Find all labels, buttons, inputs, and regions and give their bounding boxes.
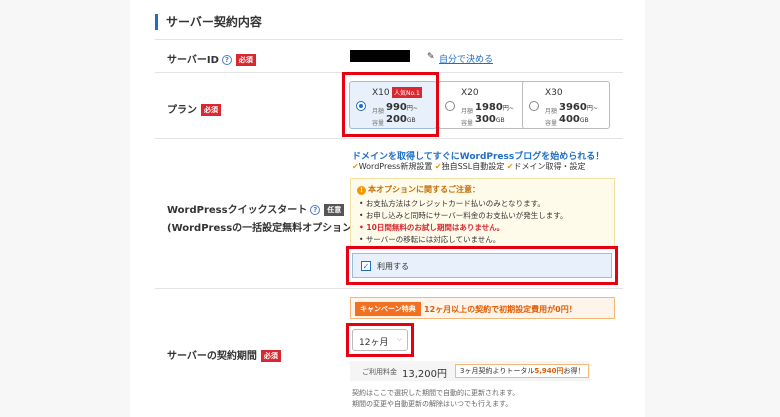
notice-item: • お申し込みと同時にサーバー料金のお支払いが発生します。 (359, 211, 568, 220)
savings-note: 3ヶ月契約よりトータル5,940円お得！ (455, 364, 590, 378)
required-badge: 必須 (201, 104, 221, 116)
notice-title: ! 本オプションに関するご注意： (357, 184, 480, 195)
plan-label-group: プラン 必須 (167, 101, 221, 116)
plan-option-x30[interactable]: X30 月額 3960円~ 容量 400GB (522, 81, 610, 129)
section-title: サーバー契約内容 (155, 14, 262, 30)
fee-row: ご利用料金 13,200円 3ヶ月契約よりトータル5,940円お得！ (350, 361, 590, 381)
server-id-label: サーバーID (167, 55, 219, 66)
plan-storage: 300GB (475, 114, 505, 125)
left-gutter (0, 0, 130, 417)
plan-storage: 400GB (559, 114, 589, 125)
radio-button[interactable] (529, 101, 539, 111)
feature-item: ドメイン取得・設定 (513, 162, 586, 171)
period-footnote: 期間の変更や自動更新の解除はいつでも行えます。 (352, 400, 513, 408)
plan-name: X20 (461, 88, 479, 98)
pencil-icon: ✎ (427, 52, 435, 62)
plan-name: X30 (545, 88, 563, 98)
period-label: サーバーの契約期間 (167, 351, 257, 362)
fee-value: 13,200円 (402, 369, 447, 380)
info-icon: ! (357, 186, 366, 195)
highlight-frame (346, 246, 618, 285)
check-icon: ✔ (434, 162, 442, 171)
campaign-text: 12ヶ月以上の契約で初期設定費用が0円！ (424, 305, 577, 314)
wordpress-sublabel: (WordPressの一括設定無料オプション) (167, 223, 357, 234)
server-id-label-group: サーバーID? 必須 (167, 51, 256, 66)
price-label: 月額 (545, 108, 558, 115)
right-gutter (645, 0, 780, 417)
plan-label: プラン (167, 105, 197, 116)
wordpress-label-group: WordPressクイックスタート? 任意 (WordPressの一括設定無料オプ… (167, 201, 357, 234)
price-label: 月額 (461, 108, 474, 115)
fee-label: ご利用料金 (362, 368, 397, 376)
check-icon: ✔ (352, 162, 359, 171)
required-badge: 必須 (260, 350, 281, 362)
optional-badge: 任意 (324, 204, 345, 216)
highlight-frame (342, 72, 439, 137)
feature-item: WordPress新規設置 (358, 162, 433, 171)
wordpress-label: WordPressクイックスタート (167, 205, 308, 216)
server-id-value-redacted (350, 50, 410, 62)
self-decide-link[interactable]: 自分で決める (439, 52, 493, 65)
help-icon[interactable]: ? (310, 205, 321, 215)
highlight-frame (346, 323, 414, 357)
plan-price: 3960円~ (559, 102, 598, 113)
campaign-badge: キャンペーン特典 (355, 302, 421, 316)
notice-item: • お支払方法はクレジットカード払いのみとなります。 (359, 199, 545, 208)
plan-option-x20[interactable]: X20 月額 1980円~ 容量 300GB (438, 81, 526, 129)
radio-button[interactable] (445, 101, 455, 111)
help-icon[interactable]: ? (221, 55, 232, 65)
storage-label: 容量 (545, 120, 558, 127)
campaign-banner: キャンペーン特典 12ヶ月以上の契約で初期設定費用が0円！ (350, 297, 615, 319)
notice-box: ! 本オプションに関するご注意： • お支払方法はクレジットカード払いのみとなりま… (350, 178, 615, 248)
required-badge: 必須 (235, 54, 256, 66)
plan-price: 1980円~ (475, 102, 514, 113)
feature-item: 独自SSL自動設定 (441, 162, 505, 171)
notice-item-warning: • 10日間無料のお試し期間はありません。 (359, 223, 505, 232)
notice-item: • サーバーの移転には対応していません。 (359, 235, 501, 244)
wordpress-features: ✔WordPress新規設置 ✔独自SSL自動設定 ✔ドメイン取得・設定 (352, 161, 585, 172)
period-footnote: 契約はここで選択した期間で自動的に更新されます。 (352, 389, 520, 397)
period-label-group: サーバーの契約期間 必須 (167, 347, 281, 362)
storage-label: 容量 (461, 120, 474, 127)
